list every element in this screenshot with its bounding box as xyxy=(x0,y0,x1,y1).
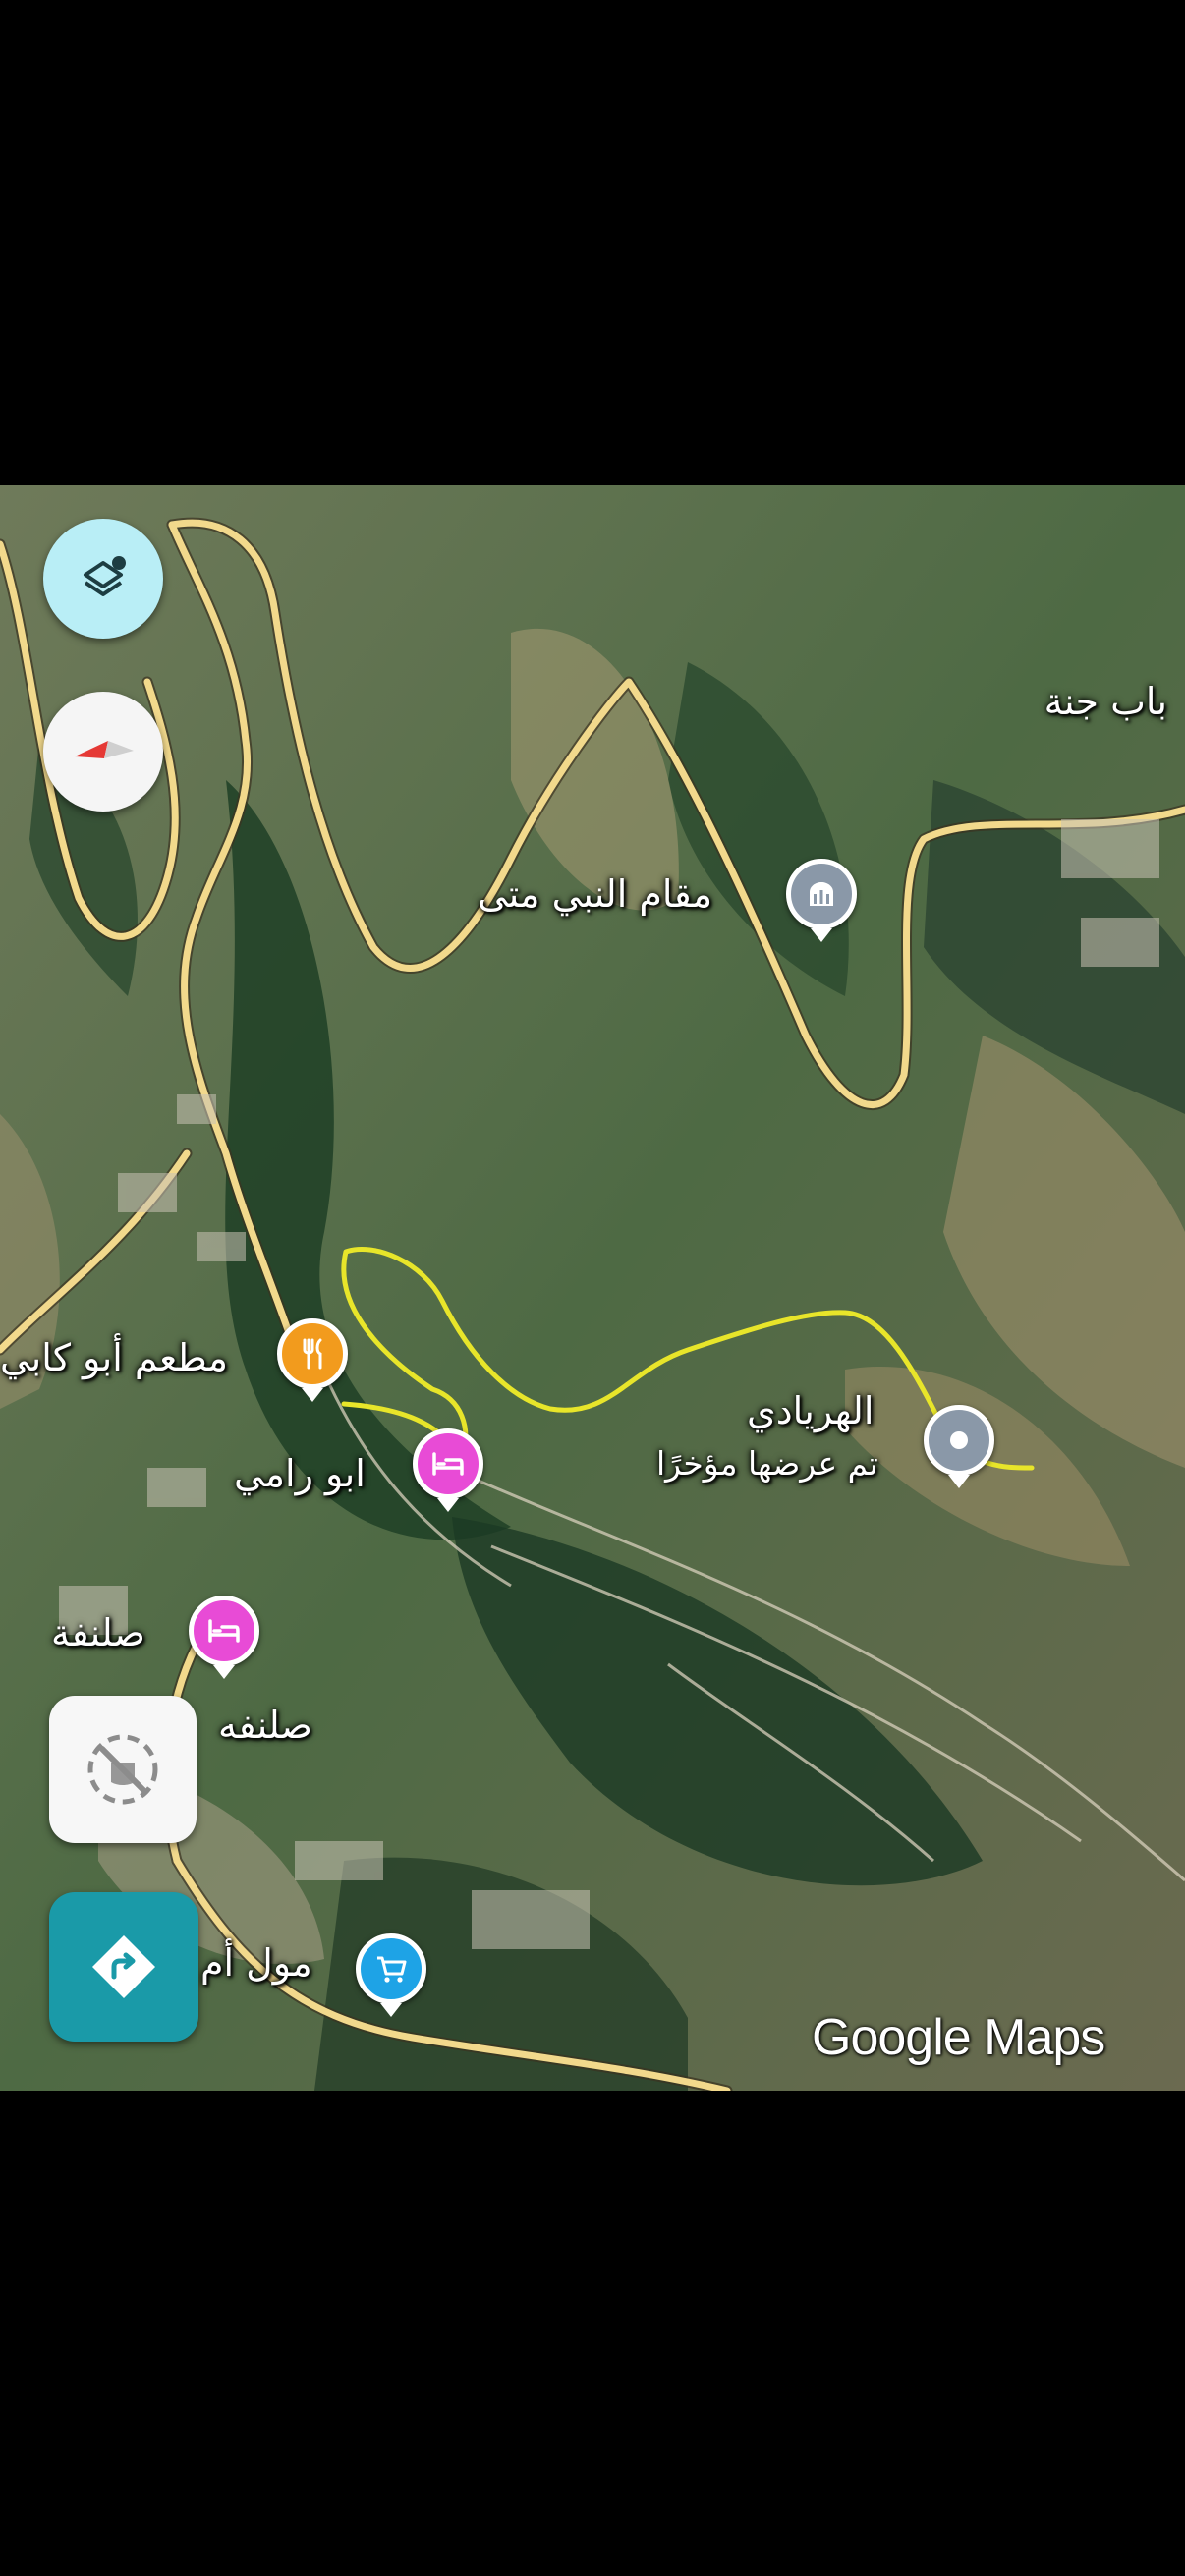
monument-pin[interactable] xyxy=(786,859,857,929)
hotel-icon xyxy=(208,1619,240,1643)
map-label-town: صلنفه xyxy=(218,1704,312,1747)
compass-icon xyxy=(75,741,134,758)
map-label-bab-janna: باب جنة xyxy=(1044,680,1167,723)
directions-button[interactable] xyxy=(49,1892,198,2042)
shopping-pin[interactable] xyxy=(356,1933,426,2004)
map-label-abu-rami: ابو رامي xyxy=(234,1452,366,1495)
hotel-icon xyxy=(432,1452,464,1476)
map-label-hariyadi: الهريادي xyxy=(747,1389,875,1432)
location-off-button[interactable] xyxy=(49,1696,197,1843)
map-label-maqam: مقام النبي متى xyxy=(478,872,713,916)
layers-icon xyxy=(84,556,126,596)
map-label-recent: تم عرضها مؤخرًا xyxy=(656,1444,878,1483)
map-view[interactable]: باب جنة مقام النبي متى مطعم أبو كابي ابو… xyxy=(0,485,1185,2091)
hotel-pin-abu-rami[interactable] xyxy=(413,1428,483,1499)
restaurant-pin[interactable] xyxy=(277,1318,348,1389)
layers-button[interactable] xyxy=(43,519,163,639)
recent-place-icon xyxy=(950,1431,968,1449)
directions-icon xyxy=(92,1935,155,1998)
compass-button[interactable] xyxy=(43,692,163,812)
monument-icon xyxy=(810,882,833,906)
recent-place-pin[interactable] xyxy=(924,1405,994,1476)
shopping-cart-icon xyxy=(377,1956,407,1983)
satellite-terrain xyxy=(0,485,1185,2091)
location-off-icon xyxy=(87,1734,158,1805)
map-label-slunfa-hotel: صلنفة xyxy=(51,1611,145,1654)
map-label-mall: مول أم xyxy=(200,1941,312,1985)
google-maps-watermark: Google Maps xyxy=(812,2009,1105,2066)
restaurant-icon xyxy=(303,1338,322,1370)
hotel-pin-slunfa[interactable] xyxy=(189,1596,259,1666)
map-label-restaurant: مطعم أبو كابي xyxy=(0,1336,228,1379)
